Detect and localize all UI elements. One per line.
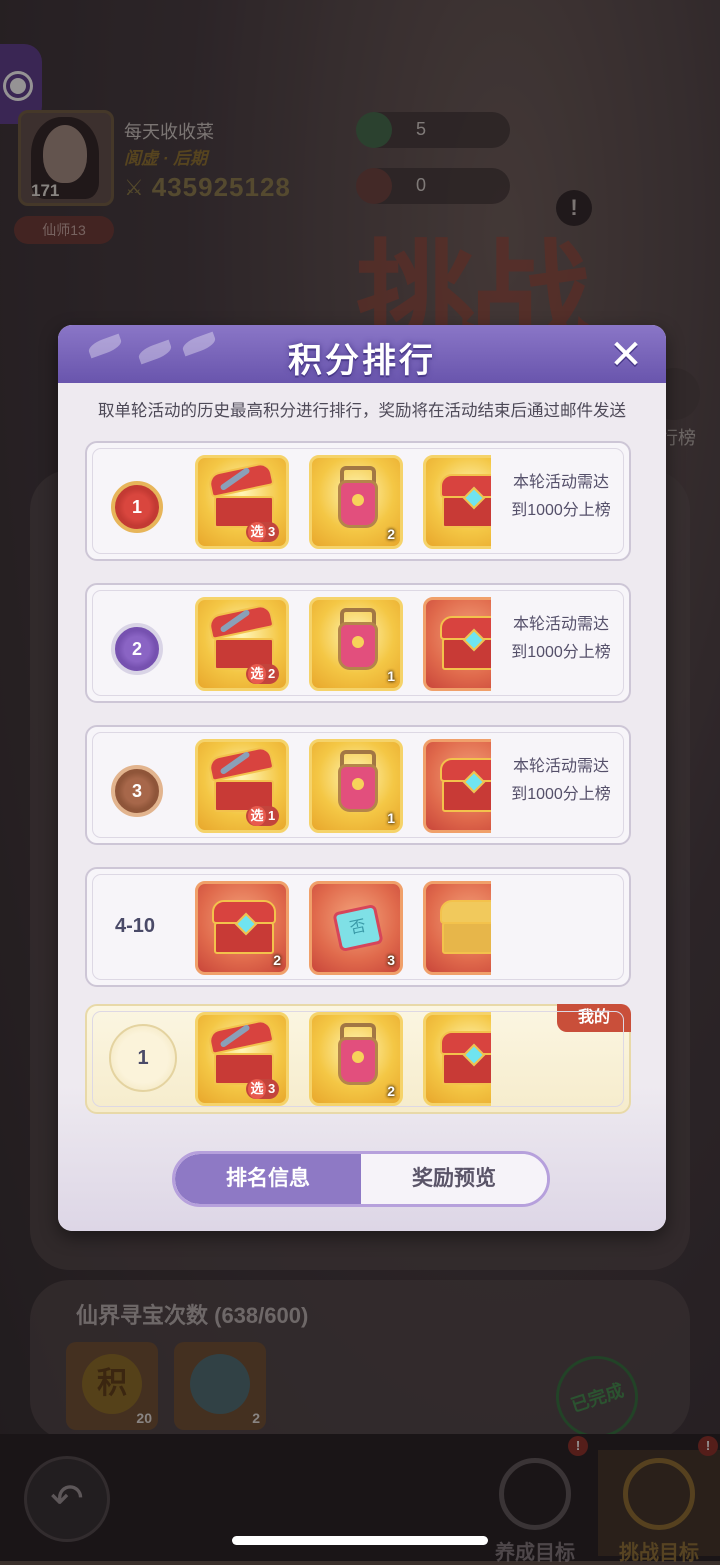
modal-title: 积分排行 [288,342,436,380]
item-count: 1 [387,668,395,684]
reward-item-flower-basket[interactable]: 1 [309,739,403,833]
requirement-line: 本轮活动需达 [512,474,609,491]
home-indicator [232,1536,488,1545]
reward-item-ticket[interactable]: 否3 [309,881,403,975]
selectable-badge: 选1 [246,806,280,826]
bronze-medal-icon: 3 [111,765,163,817]
tab-ranking-info[interactable]: 排名信息 [175,1154,361,1204]
item-count: 2 [273,952,281,968]
ticket-icon: 否 [326,900,390,956]
reward-items: 2 否3 [195,881,491,977]
treasure-chest-icon [440,474,491,530]
treasure-chest-icon [440,616,491,672]
silver-medal-icon: 2 [111,623,163,675]
reward-items: 选3 2 [195,1012,491,1108]
treasure-chest-icon [212,900,276,956]
item-count: 2 [268,666,276,681]
item-count: 2 [387,526,395,542]
reward-item-treasure-chest[interactable]: 2 [195,881,289,975]
select-label: 选 [248,522,266,542]
ranking-row: 2 选 2 1 本轮活动需达 到1000分上榜 [85,583,631,703]
item-count: 3 [387,952,395,968]
flower-basket-icon [326,750,390,814]
requirement-line: 本轮活动需达 [512,616,609,633]
selectable-badge: 选2 [246,664,280,684]
flower-basket-icon [326,608,390,672]
golden-chest-icon [440,900,491,956]
tab-reward-preview[interactable]: 奖励预览 [361,1154,547,1204]
item-count: 2 [387,1083,395,1099]
reward-item-golden-chest[interactable] [423,881,491,975]
reward-item-weapon-chest[interactable]: 选1 [195,739,289,833]
rank-requirement: 本轮活动需达 到1000分上榜 [501,611,621,667]
gold-medal-icon: 1 [111,481,163,533]
selectable-badge: 选3 [246,522,280,542]
ranking-row: 3 选 1 1 本轮活动需达 到1000分上榜 [85,725,631,845]
reward-item-treasure-chest[interactable] [423,455,491,549]
selectable-badge: 选3 [246,1079,280,1099]
item-count: 3 [268,524,276,539]
item-count: 1 [387,810,395,826]
item-count: 3 [268,1081,276,1096]
reward-item-treasure-chest[interactable] [423,739,491,833]
reward-items: 选2 1 [195,597,491,693]
my-rank-value: 1 [109,1024,177,1092]
select-label: 选 [248,1079,266,1099]
score-ranking-modal: 积分排行 ✕ 取单轮活动的历史最高积分进行排行，奖励将在活动结束后通过邮件发送 … [58,325,666,1231]
reward-item-flower-basket[interactable]: 1 [309,597,403,691]
flower-basket-icon [326,1023,390,1087]
rank-requirement: 本轮活动需达 到1000分上榜 [501,469,621,525]
reward-item-weapon-chest[interactable]: 选2 [195,597,289,691]
treasure-chest-icon [440,1031,491,1087]
flower-basket-icon [326,466,390,530]
select-label: 选 [248,664,266,684]
close-x-icon[interactable]: ✕ [604,335,648,375]
modal-tabs: 排名信息 奖励预览 [172,1151,550,1207]
requirement-line: 到1000分上榜 [511,644,611,661]
item-count: 1 [268,808,276,823]
reward-item-treasure-chest[interactable] [423,597,491,691]
select-label: 选 [248,806,266,826]
my-rank-tag: 我的 [557,1004,631,1032]
my-ranking-row: 1 选 3 2 我的 [85,1004,631,1114]
requirement-line: 本轮活动需达 [512,758,609,775]
modal-description: 取单轮活动的历史最高积分进行排行，奖励将在活动结束后通过邮件发送 [98,402,626,420]
ranking-row: 4-10 2 否 3 [85,867,631,987]
reward-item-weapon-chest[interactable]: 选3 [195,1012,289,1106]
rank-requirement: 本轮活动需达 到1000分上榜 [501,753,621,809]
requirement-line: 到1000分上榜 [511,502,611,519]
reward-item-flower-basket[interactable]: 2 [309,1012,403,1106]
reward-items: 选3 2 [195,455,491,551]
requirement-line: 到1000分上榜 [511,786,611,803]
reward-items: 选11 [195,739,491,835]
reward-item-weapon-chest[interactable]: 选3 [195,455,289,549]
treasure-chest-icon [440,758,491,814]
reward-item-treasure-chest[interactable] [423,1012,491,1106]
reward-item-flower-basket[interactable]: 2 [309,455,403,549]
ranking-row: 1 选 3 2 本轮活动需达 到1000分上榜 [85,441,631,561]
modal-header: 积分排行 ✕ [58,325,666,383]
rank-range-label: 4-10 [114,915,156,937]
